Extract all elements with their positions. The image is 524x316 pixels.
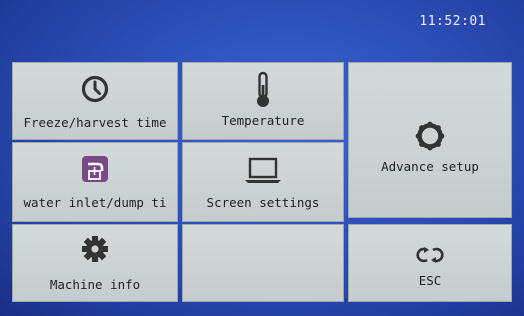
screen-settings-label: Screen settings	[206, 195, 320, 210]
gear-icon	[81, 235, 109, 266]
main-menu-screen: 11:52:01 Freeze/harvest time Temperature	[0, 0, 524, 316]
esc-label: ESC	[418, 273, 442, 288]
temperature-label: Temperature	[221, 113, 305, 128]
water-inlet-dump-time-label: water inlet/dump ti	[23, 195, 167, 210]
screen-settings-button[interactable]: Screen settings	[182, 142, 344, 222]
clock-display: 11:52:01	[419, 14, 486, 29]
laptop-icon	[243, 157, 283, 188]
machine-info-button[interactable]: Machine info	[12, 224, 178, 302]
freeze-harvest-time-label: Freeze/harvest time	[23, 115, 167, 130]
esc-button[interactable]: ESC	[348, 224, 512, 302]
water-tap-icon	[81, 155, 109, 186]
advance-setup-button[interactable]: Advance setup	[348, 62, 512, 218]
gear-ring-icon	[415, 121, 445, 154]
machine-info-label: Machine info	[49, 277, 141, 292]
water-inlet-dump-time-button[interactable]: water inlet/dump ti	[12, 142, 178, 222]
advance-setup-label: Advance setup	[381, 159, 479, 174]
freeze-harvest-time-button[interactable]: Freeze/harvest time	[12, 62, 178, 140]
empty-tile	[182, 224, 344, 302]
thermometer-icon	[253, 71, 273, 112]
clock-icon	[81, 75, 109, 106]
refresh-icon	[415, 245, 445, 268]
temperature-button[interactable]: Temperature	[182, 62, 344, 140]
